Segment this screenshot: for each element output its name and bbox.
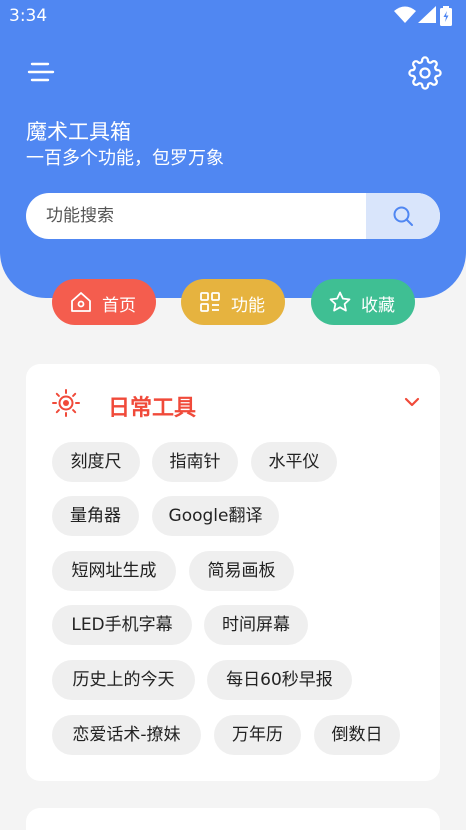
- search-bar: [26, 193, 440, 239]
- tool-chip-love-talk[interactable]: 恋爱话术-撩妹: [52, 715, 201, 755]
- tool-chip-protractor[interactable]: 量角器: [52, 496, 139, 536]
- nav-functions-button[interactable]: 功能: [181, 279, 285, 325]
- search-icon: [393, 206, 413, 226]
- home-icon: [71, 292, 91, 312]
- status-bar: 3:34: [0, 0, 466, 34]
- nav-favorites-button[interactable]: 收藏: [311, 279, 415, 325]
- tool-chip-short-url[interactable]: 短网址生成: [52, 551, 176, 591]
- tool-chip-daily-news[interactable]: 每日60秒早报: [207, 660, 352, 700]
- star-icon: [329, 291, 351, 312]
- category-card-daily-tools: 日常工具 刻度尺 指南针 水平仪 量角器 Google翻译 短网址生成 简易画板…: [26, 364, 440, 781]
- tool-chip-led-subtitle[interactable]: LED手机字幕: [52, 605, 192, 645]
- chevron-down-icon[interactable]: [402, 395, 422, 409]
- tool-chip-drawing-board[interactable]: 简易画板: [189, 551, 294, 591]
- status-time: 3:34: [9, 6, 48, 26]
- app-title: 魔术工具箱: [26, 120, 131, 144]
- nav-home-button[interactable]: 首页: [52, 279, 156, 325]
- search-button[interactable]: [366, 193, 440, 239]
- status-icons: [394, 6, 458, 26]
- menu-icon: [27, 62, 55, 82]
- grid-icon: [200, 292, 220, 312]
- menu-button[interactable]: [26, 58, 56, 88]
- settings-button[interactable]: [408, 56, 442, 90]
- tool-chip-countdown[interactable]: 倒数日: [314, 715, 400, 755]
- tool-chip-level[interactable]: 水平仪: [251, 442, 337, 482]
- tool-chip-compass[interactable]: 指南针: [152, 442, 238, 482]
- tool-chip-history-today[interactable]: 历史上的今天: [52, 660, 195, 700]
- search-input[interactable]: [26, 193, 366, 239]
- next-category-card: [26, 808, 440, 830]
- nav-favorites-label: 收藏: [361, 296, 395, 316]
- tool-chip-time-screen[interactable]: 时间屏幕: [204, 605, 308, 645]
- battery-icon: [440, 6, 452, 26]
- nav-home-label: 首页: [102, 296, 136, 316]
- tool-chip-calendar[interactable]: 万年历: [214, 715, 301, 755]
- sun-icon: [52, 389, 80, 417]
- wifi-icon: [394, 6, 416, 23]
- category-title: 日常工具: [108, 396, 197, 421]
- signal-icon: [418, 6, 436, 23]
- app-subtitle: 一百多个功能，包罗万象: [26, 148, 224, 169]
- tool-chip-ruler[interactable]: 刻度尺: [52, 442, 140, 482]
- tool-chip-google-translate[interactable]: Google翻译: [152, 496, 279, 536]
- nav-functions-label: 功能: [231, 296, 265, 316]
- gear-icon: [408, 56, 442, 90]
